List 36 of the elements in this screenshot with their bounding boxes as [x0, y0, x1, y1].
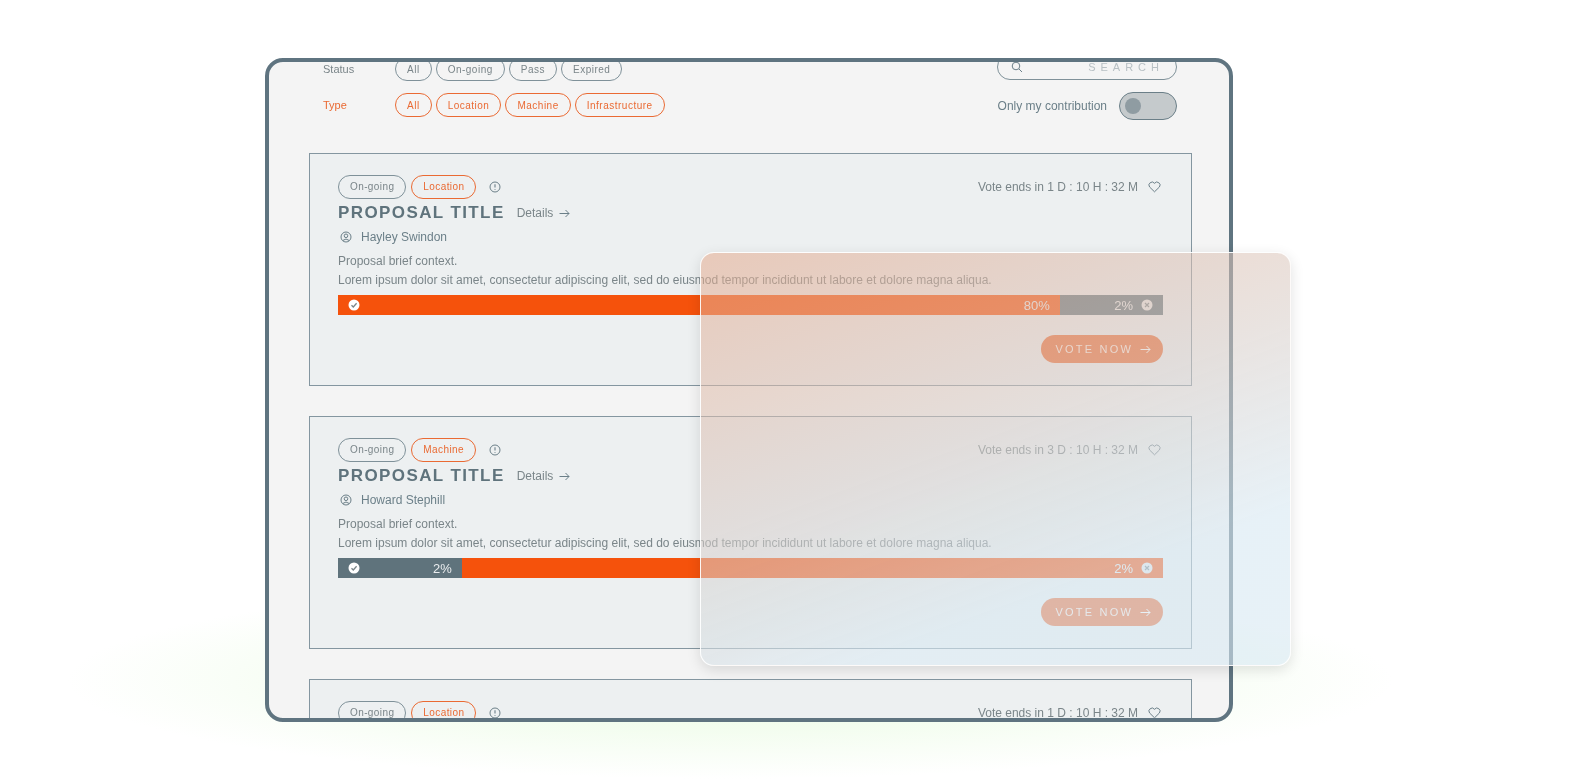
- user-icon: [340, 231, 352, 243]
- yes-percentage: 2%: [432, 560, 452, 576]
- vote-countdown: Vote ends in 1 D : 10 H : 32 M: [977, 180, 1138, 194]
- info-icon[interactable]: [489, 707, 502, 718]
- info-icon[interactable]: [489, 181, 502, 193]
- details-link[interactable]: Details: [516, 206, 571, 220]
- details-link[interactable]: Details: [516, 469, 571, 483]
- check-icon: [348, 562, 360, 574]
- user-icon: [340, 494, 352, 506]
- cross-icon: [1141, 299, 1153, 311]
- proposal-title: PROPOSAL TITLE: [338, 466, 505, 486]
- proposal-context: Proposal brief context.: [338, 516, 459, 533]
- proposal-context: Proposal brief context.: [338, 253, 459, 270]
- arrow-icon: [1140, 344, 1151, 354]
- arrow-icon: [559, 208, 571, 218]
- vote-countdown: Vote ends in 1 D : 10 H : 32 M: [977, 706, 1138, 718]
- no-percentage: 2%: [1114, 297, 1133, 313]
- search-icon: [1011, 62, 1023, 73]
- proposal-title: PROPOSAL TITLE: [338, 203, 505, 223]
- info-icon[interactable]: [488, 444, 501, 456]
- heart-icon[interactable]: [1148, 444, 1161, 456]
- toggle-switch[interactable]: [1119, 92, 1177, 120]
- search-field[interactable]: SEARCH: [997, 62, 1177, 80]
- no-percentage: 2%: [1114, 560, 1133, 576]
- toggle-label: Only my contribution: [997, 99, 1107, 113]
- arrow-icon: [1140, 607, 1151, 617]
- author-name: Howard Stephill: [361, 493, 446, 507]
- check-icon: [348, 299, 360, 311]
- author-name: Hayley Swindon: [361, 230, 448, 244]
- heart-icon[interactable]: [1148, 181, 1161, 193]
- filter-label: Type: [323, 99, 348, 111]
- arrow-icon: [559, 471, 571, 481]
- filter-label: Status: [323, 63, 356, 75]
- heart-icon[interactable]: [1148, 707, 1161, 718]
- yes-percentage: 80%: [1023, 297, 1050, 313]
- cross-icon: [1141, 562, 1153, 574]
